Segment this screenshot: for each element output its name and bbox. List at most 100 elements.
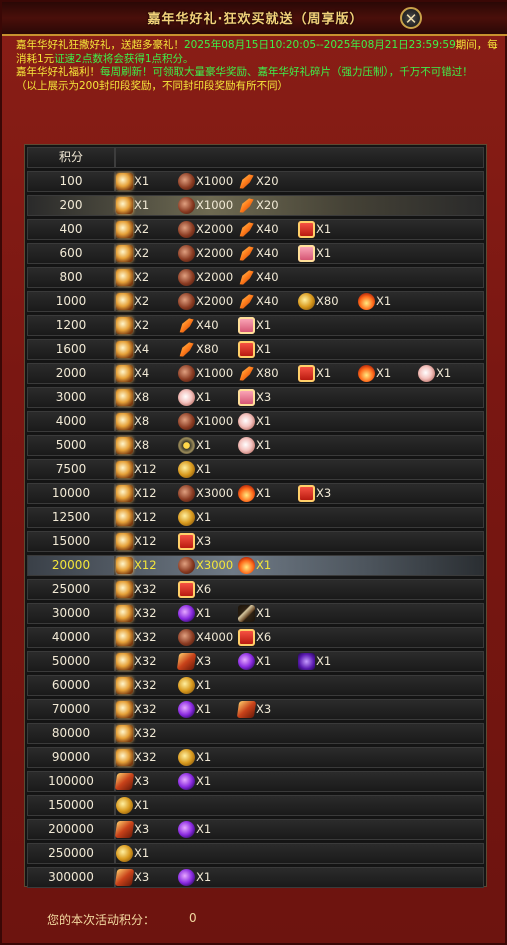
reward-quantity: X2	[134, 318, 150, 332]
feather-icon	[239, 294, 254, 309]
reward-quantity: X8	[134, 414, 150, 428]
reward-quantity: X2000	[196, 294, 234, 308]
reward-quantity: X2	[134, 270, 150, 284]
table-row: 800 X2 X2000 X40	[27, 267, 484, 288]
reward-quantity: X1	[134, 846, 150, 860]
reward-quantity: X40	[256, 294, 279, 308]
row-score: 300000	[48, 870, 94, 884]
ore-icon	[178, 197, 195, 214]
reward-quantity: X12	[134, 510, 157, 524]
table-row: 100 X1 X1000 X20	[27, 171, 484, 192]
reward-quantity: X1	[256, 606, 272, 620]
feather-icon	[239, 270, 254, 285]
reward-quantity: X8	[134, 438, 150, 452]
scroll-icon	[116, 653, 133, 670]
scroll-icon	[116, 341, 133, 358]
scroll-icon	[116, 749, 133, 766]
table-row: 4000 X8 X1000 X1	[27, 411, 484, 432]
ore-icon	[178, 557, 195, 574]
reward-quantity: X1	[196, 822, 212, 836]
red-gift-icon	[178, 533, 195, 550]
reward-quantity: X3000	[196, 558, 234, 572]
table-row: 90000 X32 X1	[27, 747, 484, 768]
table-row: 600 X2 X2000 X40 X1	[27, 243, 484, 264]
orb-icon	[178, 869, 195, 886]
reward-quantity: X3	[134, 822, 150, 836]
reward-quantity: X2	[134, 246, 150, 260]
reward-quantity: X2000	[196, 246, 234, 260]
table-row: 15000 X12 X3	[27, 531, 484, 552]
red-gift-icon	[178, 581, 195, 598]
reward-quantity: X40	[196, 318, 219, 332]
reward-quantity: X1	[316, 222, 332, 236]
reward-quantity: X1	[196, 438, 212, 452]
reward-quantity: X2	[134, 222, 150, 236]
table-row: 12500 X12 X1	[27, 507, 484, 528]
scroll-icon	[116, 317, 133, 334]
row-score: 400	[59, 222, 83, 236]
scroll-icon	[116, 389, 133, 406]
table-row: 1600 X4 X80 X1	[27, 339, 484, 360]
reward-quantity: X3	[134, 774, 150, 788]
reward-quantity: X4	[134, 342, 150, 356]
reward-quantity: X3	[256, 390, 272, 404]
scroll-icon	[116, 725, 133, 742]
reward-quantity: X2000	[196, 222, 234, 236]
event-period: 2025年08月15日10:20:05--2025年08月21日23:59:59	[184, 39, 456, 51]
table-row: 1200 X2 X40 X1	[27, 315, 484, 336]
coin-icon	[178, 461, 195, 478]
table-header: 积分	[27, 147, 484, 168]
reward-quantity: X1	[196, 870, 212, 884]
reward-quantity: X1	[376, 366, 392, 380]
row-score: 1600	[55, 342, 87, 356]
reward-quantity: X8	[134, 390, 150, 404]
fire-icon	[238, 485, 255, 502]
reward-quantity: X6	[256, 630, 272, 644]
points-label: 您的本次活动积分：	[47, 913, 156, 927]
reward-quantity: X1	[196, 750, 212, 764]
reward-quantity: X80	[316, 294, 339, 308]
table-row: 400 X2 X2000 X40 X1	[27, 219, 484, 240]
reward-quantity: X1	[256, 486, 272, 500]
table-row: 5000 X8 X1 X1	[27, 435, 484, 456]
table-row: 30000 X32 X1 X1	[27, 603, 484, 624]
scroll-icon	[116, 533, 133, 550]
reward-quantity: X1	[196, 390, 212, 404]
header-score: 积分	[58, 150, 83, 164]
table-row: 80000 X32	[27, 723, 484, 744]
close-button[interactable]: ✕	[400, 7, 422, 29]
scroll-icon	[116, 557, 133, 574]
reward-dialog: 嘉年华好礼·狂欢买就送（周享版） ✕ 嘉年华好礼狂撒好礼，送超多豪礼！2025年…	[0, 0, 507, 945]
reward-quantity: X1	[376, 294, 392, 308]
reward-quantity: X3000	[196, 486, 234, 500]
row-score: 80000	[51, 726, 91, 740]
reward-quantity: X3	[316, 486, 332, 500]
table-row: 70000 X32 X1 X3	[27, 699, 484, 720]
feather-icon	[239, 222, 254, 237]
row-score: 70000	[51, 702, 91, 716]
flower-icon	[238, 413, 255, 430]
row-score: 200	[59, 198, 83, 212]
flower-icon	[178, 389, 195, 406]
reward-quantity: X1	[256, 438, 272, 452]
table-row: 200000 X3 X1	[27, 819, 484, 840]
fire-icon	[238, 557, 255, 574]
row-score: 600	[59, 246, 83, 260]
pink-gift-icon	[238, 389, 255, 406]
event-notice: 嘉年华好礼狂撒好礼，送超多豪礼！2025年08月15日10:20:05--202…	[16, 39, 504, 93]
reward-quantity: X1	[196, 678, 212, 692]
table-row: 7500 X12 X1	[27, 459, 484, 480]
table-row: 40000 X32 X4000 X6	[27, 627, 484, 648]
feather-icon	[179, 342, 194, 357]
table-row: 100000 X3 X1	[27, 771, 484, 792]
token-icon	[114, 821, 135, 838]
reward-quantity: X32	[134, 630, 157, 644]
row-score: 30000	[51, 606, 91, 620]
scroll-icon	[116, 269, 133, 286]
notice-welfare-detail: 每周刷新！可领取大量豪华奖励、嘉年华好礼碎片（强力压制），千万不可错过！	[100, 66, 473, 78]
ore-icon	[178, 413, 195, 430]
reward-quantity: X3	[196, 534, 212, 548]
table-row: 150000 X1	[27, 795, 484, 816]
coin-icon	[116, 797, 133, 814]
scroll-icon	[116, 509, 133, 526]
